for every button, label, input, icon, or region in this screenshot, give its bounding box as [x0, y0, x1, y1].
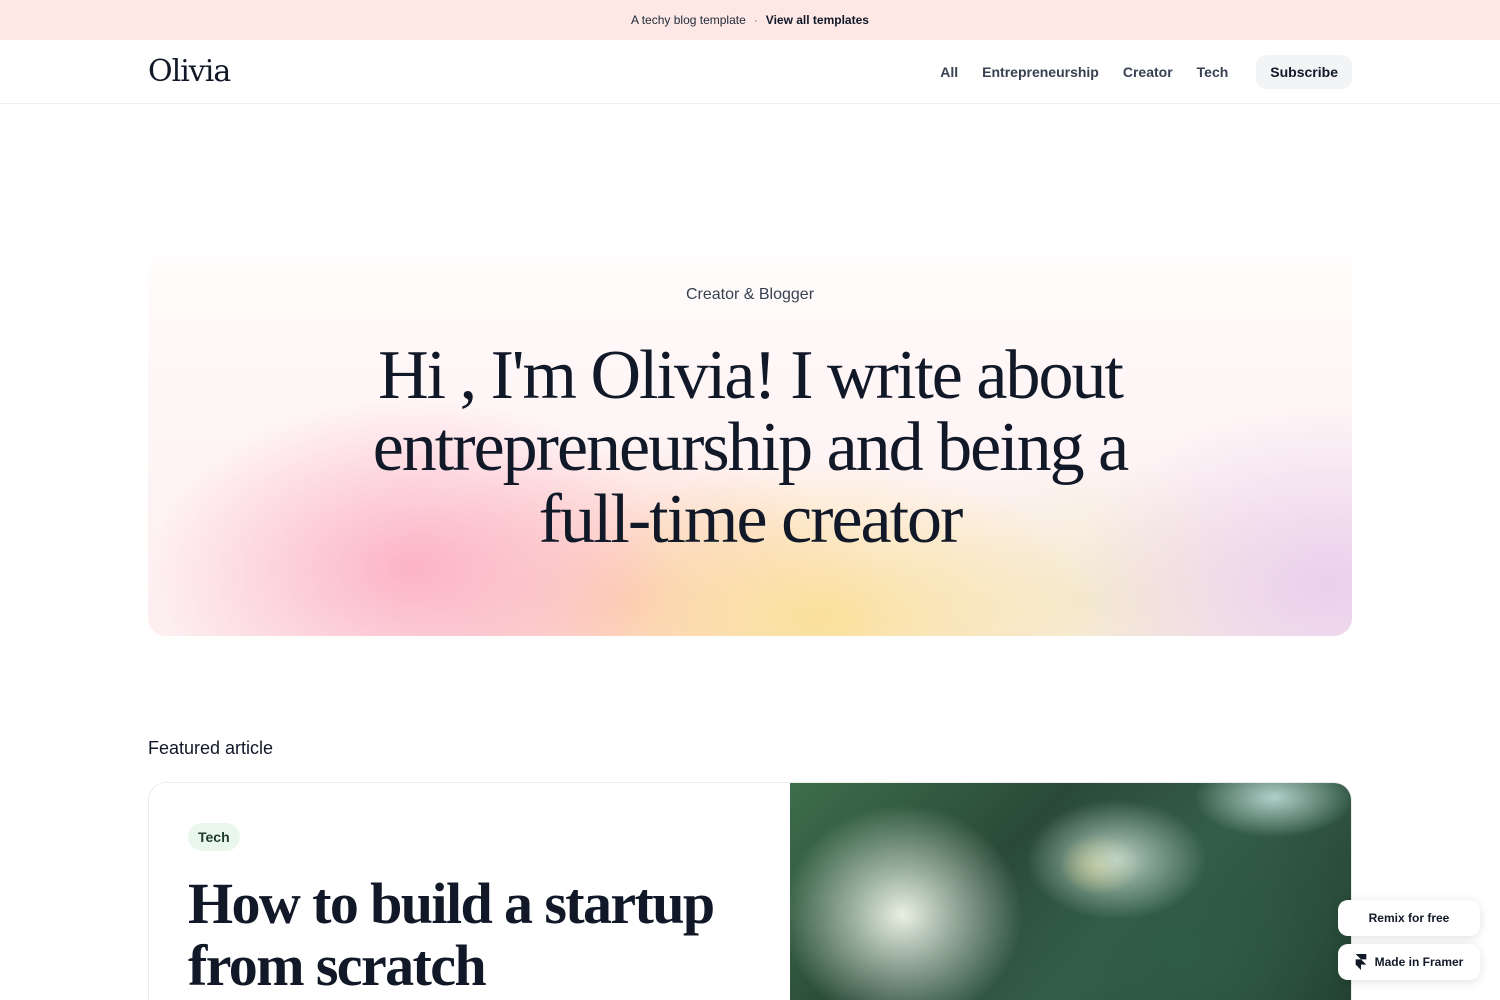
featured-article-title[interactable]: How to build a startup from scratch — [188, 873, 748, 997]
main-nav: All Entrepreneurship Creator Tech Subscr… — [940, 55, 1352, 89]
hero-eyebrow: Creator & Blogger — [685, 286, 815, 303]
nav-item-tech[interactable]: Tech — [1197, 64, 1229, 80]
featured-article-card[interactable]: Tech How to build a startup from scratch — [148, 782, 1352, 1000]
featured-section-label: Featured article — [148, 738, 274, 758]
banner-text: A techy blog template — [631, 13, 746, 27]
framer-logo-icon — [1355, 954, 1366, 970]
nav-item-entrepreneurship[interactable]: Entrepreneurship — [982, 64, 1099, 80]
made-in-framer-label: Made in Framer — [1374, 955, 1464, 969]
hero-title: Hi , I'm Olivia! I write about entrepren… — [372, 337, 1130, 558]
made-in-framer-button[interactable]: Made in Framer — [1338, 944, 1480, 980]
hero-card: Creator & Blogger Hi , I'm Olivia! I wri… — [148, 208, 1352, 636]
site-logo[interactable]: Olivia — [148, 50, 231, 94]
view-all-templates-link[interactable]: View all templates — [766, 13, 869, 27]
nav-item-creator[interactable]: Creator — [1123, 64, 1173, 80]
hero-top-fade — [148, 208, 1352, 278]
banner-separator: · — [753, 13, 758, 27]
remix-for-free-button[interactable]: Remix for free — [1338, 900, 1480, 936]
featured-article-image[interactable] — [790, 783, 1351, 1000]
announcement-banner: A techy blog template · View all templat… — [0, 0, 1500, 40]
article-tag[interactable]: Tech — [188, 823, 240, 851]
site-header: Olivia All Entrepreneurship Creator Tech… — [0, 40, 1500, 104]
nav-item-all[interactable]: All — [940, 64, 958, 80]
subscribe-button[interactable]: Subscribe — [1256, 55, 1352, 89]
